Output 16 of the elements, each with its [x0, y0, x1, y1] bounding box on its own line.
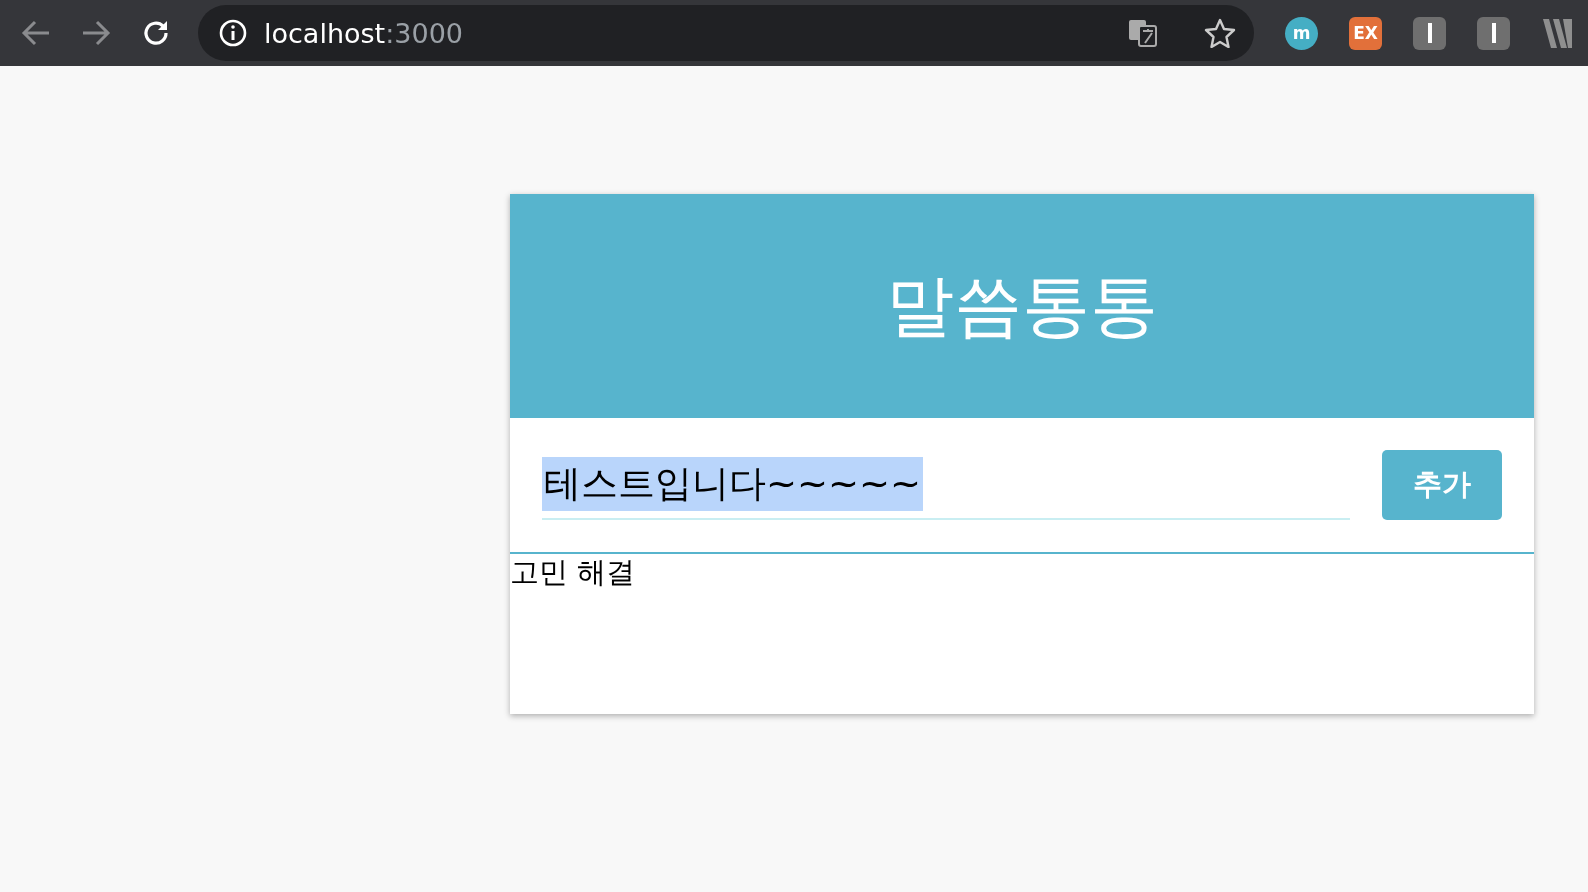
extension-icon[interactable]: [1413, 16, 1446, 50]
star-icon: [1204, 18, 1236, 48]
extension-icon[interactable]: EX: [1349, 16, 1382, 50]
input-field[interactable]: 테스트입니다~~~~~: [542, 450, 1350, 520]
extension-icon[interactable]: [1477, 16, 1510, 50]
back-icon: [21, 20, 51, 46]
address-bar[interactable]: localhost:3000: [198, 5, 1254, 61]
address-host: localhost: [264, 17, 386, 49]
forward-icon: [81, 20, 111, 46]
translate-icon: [1128, 19, 1158, 47]
app-title: 말씀통통: [886, 264, 1158, 347]
info-icon: [218, 18, 248, 48]
address-port: :3000: [385, 17, 463, 49]
list-item: 고민 해결: [510, 555, 636, 589]
add-button[interactable]: 추가: [1382, 450, 1502, 520]
extension-icon[interactable]: m: [1285, 16, 1318, 50]
